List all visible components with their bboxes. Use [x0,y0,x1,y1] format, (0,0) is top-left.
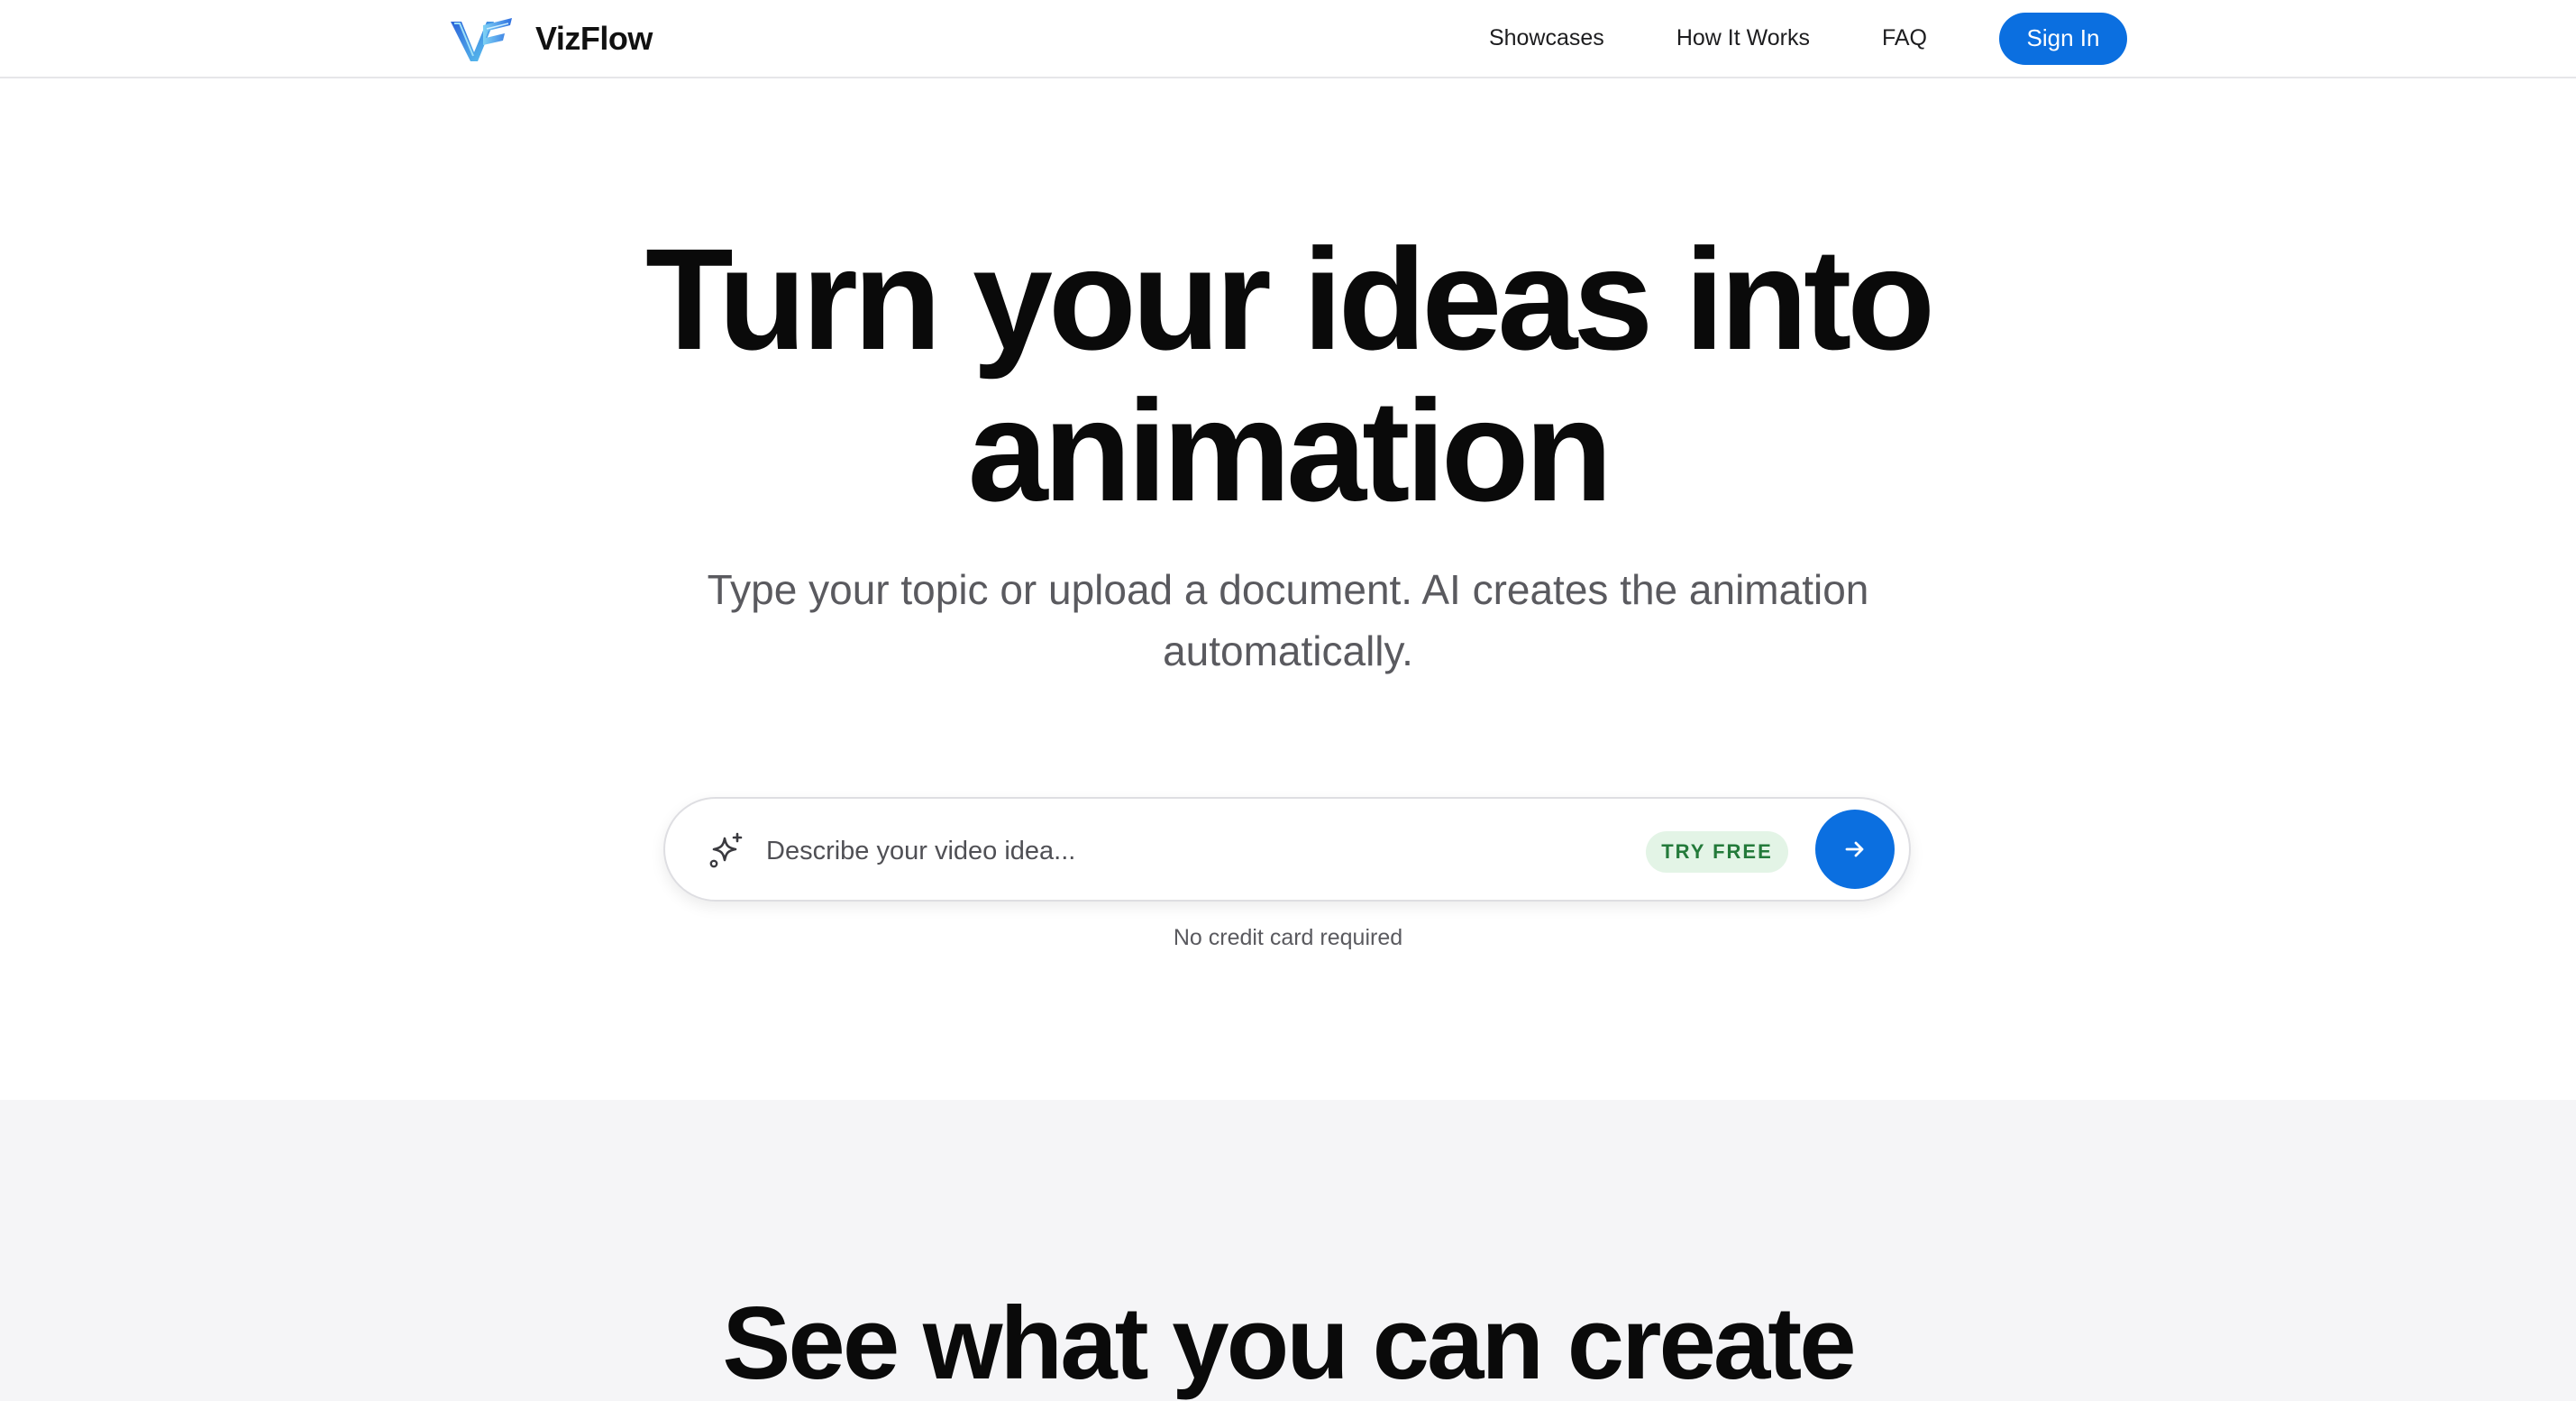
site-header: VizFlow Showcases How It Works FAQ Sign … [0,0,2576,78]
sign-in-button[interactable]: Sign In [1999,12,2127,65]
nav-link-faq[interactable]: FAQ [1882,25,1927,51]
hero-subtitle: Type your topic or upload a document. AI… [567,559,2009,682]
video-idea-prompt-box: TRY FREE [663,797,1911,902]
video-idea-input[interactable] [766,826,1559,876]
hero-title: Turn your ideas into animation [387,224,2189,527]
hero-subtitle-line-1: Type your topic or upload a document. AI… [707,566,1869,613]
showcase-title: See what you can create [722,1287,1856,1401]
hero-subtitle-line-2: automatically. [1163,627,1413,674]
sparkle-icon [709,832,743,868]
no-credit-card-note: No credit card required [1173,925,1403,950]
showcase-section: See what you can create [0,1100,2576,1401]
arrow-right-icon [1845,841,1864,857]
hero-title-line-1: Turn your ideas into [644,218,1935,380]
hero-title-line-2: animation [967,370,1613,531]
vf-logo-icon [451,18,512,61]
brand-home-link[interactable]: VizFlow [447,11,653,67]
nav-link-showcases[interactable]: Showcases [1489,25,1604,51]
top-nav: Showcases How It Works FAQ Sign In [1489,0,2127,77]
nav-link-how-it-works[interactable]: How It Works [1676,25,1810,51]
brand-name: VizFlow [535,20,653,57]
submit-prompt-button[interactable] [1815,810,1895,889]
try-free-badge: TRY FREE [1646,831,1788,873]
